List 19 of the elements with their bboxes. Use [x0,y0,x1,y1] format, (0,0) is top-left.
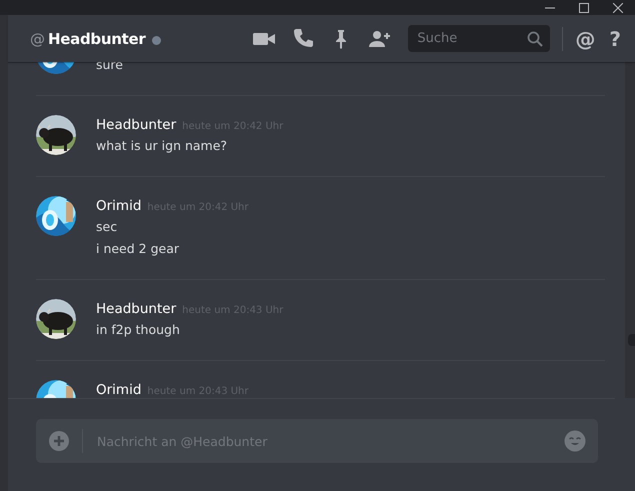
search-box[interactable]: Suche [408,25,550,52]
message-text: sec [96,218,118,236]
at-sign: @ [30,30,45,48]
help-button[interactable]: ? [609,28,621,48]
mention-button[interactable]: @ [575,28,596,48]
close-icon[interactable] [613,2,623,12]
author-name[interactable]: Headbunter [96,299,176,319]
maximize-icon[interactable] [579,2,589,12]
author-name[interactable]: Orimid [96,196,142,216]
message-text: what is ur ign name? [96,137,228,155]
search-field[interactable]: Suche [415,30,528,47]
author-name[interactable]: Orimid [96,380,142,398]
message-text: i need 2 gear [96,240,180,258]
message-text: sure [96,62,123,74]
author-name[interactable]: Headbunter [96,115,176,135]
channel-title: Headbunter [48,30,146,48]
message-text: in f2p though [96,321,181,339]
scrollbar[interactable] [625,62,635,398]
search-icon[interactable] [527,30,544,46]
